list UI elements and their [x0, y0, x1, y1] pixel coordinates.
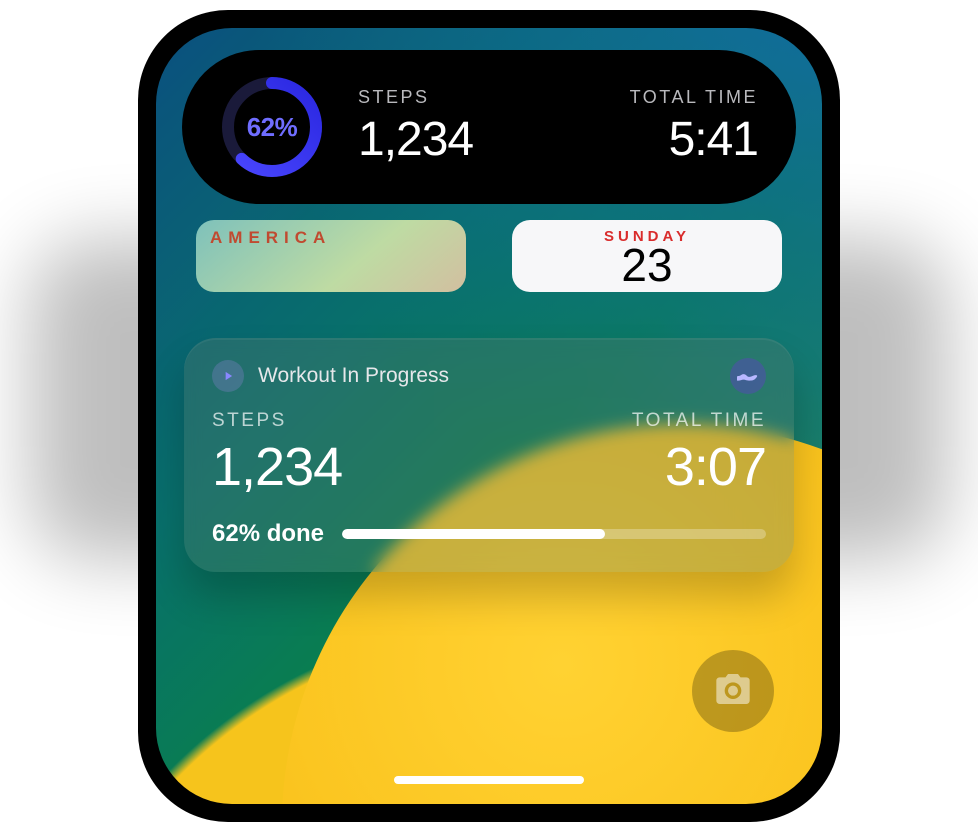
- live-activity-card[interactable]: Workout In Progress STEPS 1,234 TOTAL TI…: [184, 338, 794, 572]
- card-time-label: TOTAL TIME: [632, 410, 766, 432]
- lockscreen-widgets-row: AMERICA SUNDAY 23: [196, 220, 782, 292]
- screen: 62% STEPS 1,234 TOTAL TIME 5:41 AMERICA …: [156, 28, 822, 804]
- camera-icon: [713, 669, 753, 714]
- progress-percent-label: 62%: [220, 75, 324, 179]
- widget-weather[interactable]: AMERICA: [196, 220, 466, 292]
- widget-weather-title: AMERICA: [210, 228, 331, 247]
- pill-steps-metric: STEPS 1,234: [358, 87, 541, 167]
- device-frame: 62% STEPS 1,234 TOTAL TIME 5:41 AMERICA …: [138, 10, 840, 822]
- card-steps-value: 1,234: [212, 436, 489, 498]
- widget-calendar[interactable]: SUNDAY 23: [512, 220, 782, 292]
- play-icon: [212, 360, 244, 392]
- progress-bar: [342, 529, 766, 539]
- running-shoe-icon: [730, 358, 766, 394]
- progress-done-label: 62% done: [212, 520, 324, 548]
- pill-time-label: TOTAL TIME: [630, 87, 758, 108]
- live-activity-title: Workout In Progress: [258, 364, 716, 388]
- card-steps-metric: STEPS 1,234: [212, 410, 489, 498]
- dynamic-island-live-activity[interactable]: 62% STEPS 1,234 TOTAL TIME 5:41: [182, 50, 796, 204]
- pill-steps-label: STEPS: [358, 87, 541, 108]
- progress-bar-fill: [342, 529, 605, 539]
- home-indicator[interactable]: [394, 776, 584, 784]
- camera-button[interactable]: [692, 650, 774, 732]
- widget-calendar-day: 23: [621, 245, 672, 286]
- pill-time-metric: TOTAL TIME 5:41: [575, 87, 758, 167]
- pill-steps-value: 1,234: [358, 112, 541, 167]
- card-steps-label: STEPS: [212, 410, 489, 432]
- card-time-metric: TOTAL TIME 3:07: [489, 410, 766, 498]
- progress-ring: 62%: [220, 75, 324, 179]
- pill-time-value: 5:41: [669, 112, 758, 167]
- card-time-value: 3:07: [665, 436, 766, 498]
